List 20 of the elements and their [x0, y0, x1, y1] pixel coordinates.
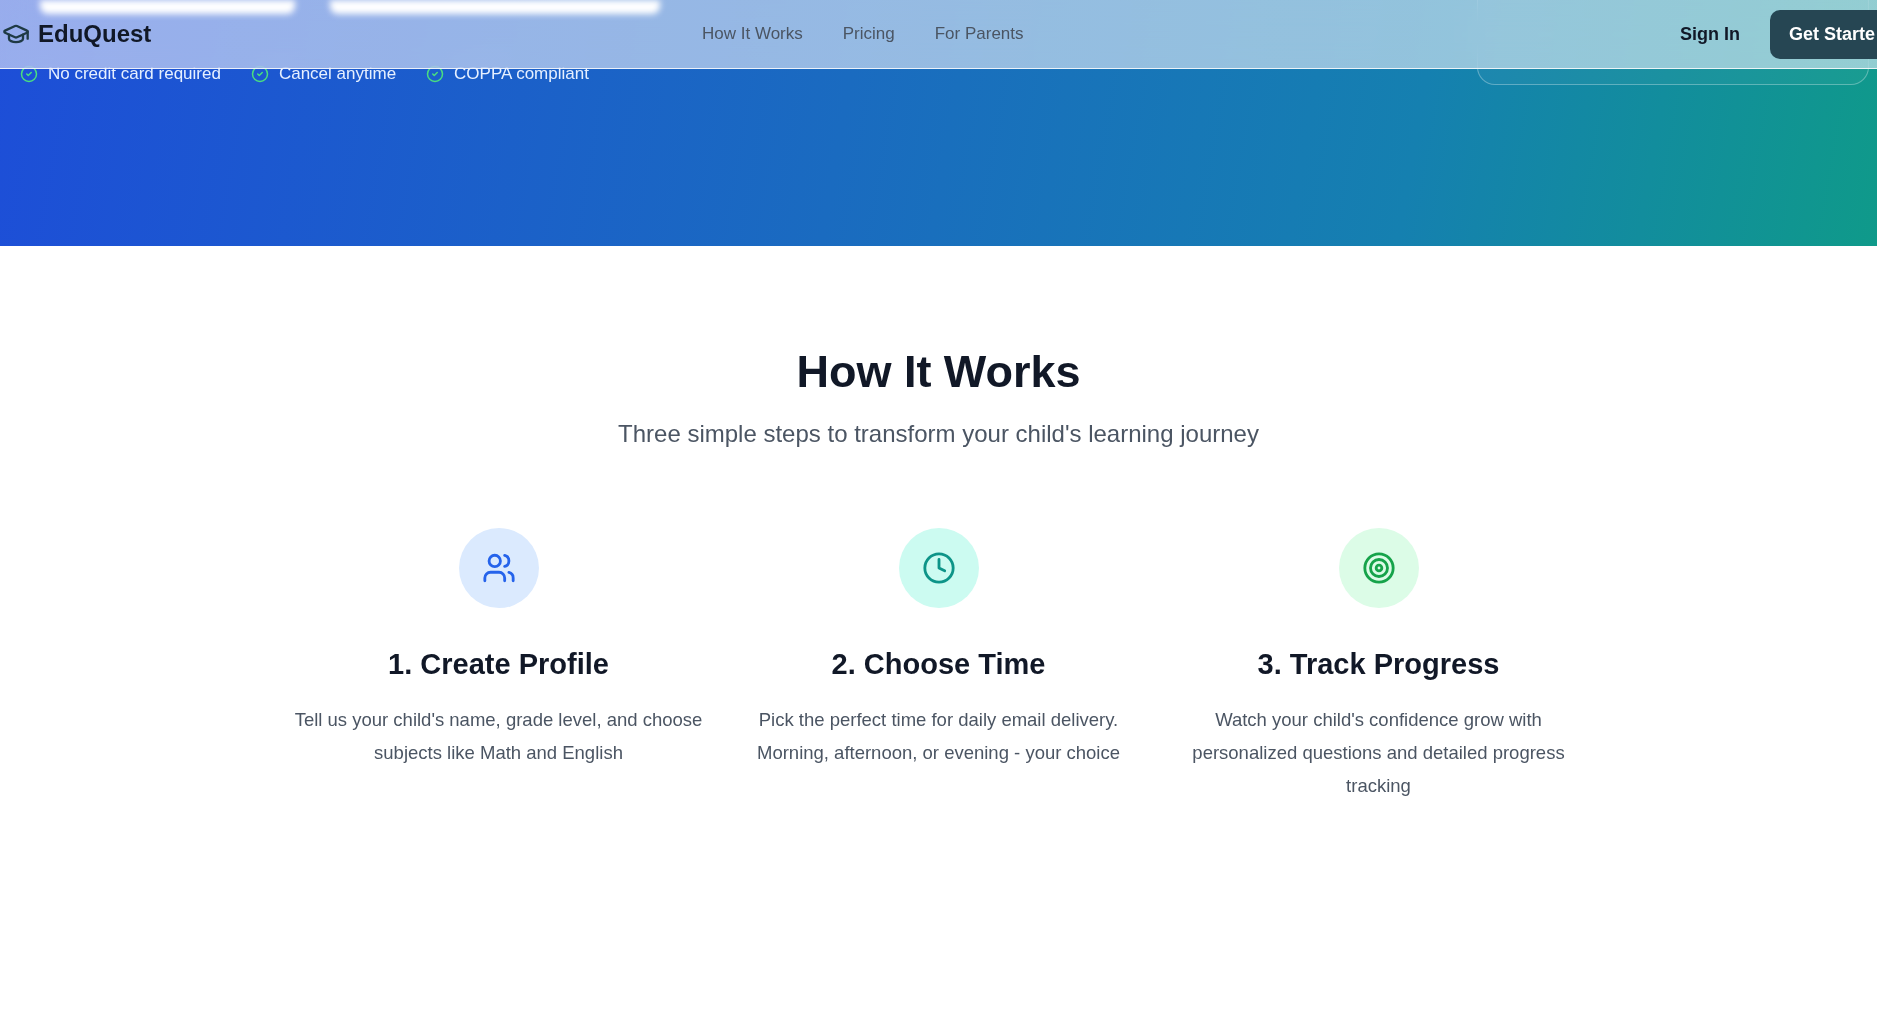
nav-link[interactable]: Pricing: [842, 24, 895, 44]
step-title: 3. Track Progress: [1257, 648, 1500, 681]
people-icon: [481, 551, 516, 585]
sign-in-link[interactable]: Sign In: [1679, 23, 1740, 45]
step-title: 2. Choose Time: [831, 648, 1046, 681]
section-subtitle: Three simple steps to transform your child's learning journey: [618, 420, 1259, 448]
nav-link[interactable]: For Parents: [934, 24, 1024, 44]
section-title: How It Works: [796, 346, 1081, 398]
target-icon: [1361, 551, 1396, 585]
logo-text: EduQuest: [38, 20, 152, 48]
step-description: Pick the perfect time for daily email delivery. Morning, afternoon, or evening - your choice: [756, 708, 1121, 765]
step-description: Tell us your child's name, grade level, and choose subjects like Math and English: [293, 708, 704, 765]
step-title: 1. Create Profile: [388, 648, 609, 681]
feature-text: COPPA compliant: [454, 64, 589, 84]
get-started-button[interactable]: Get Starte: [1769, 9, 1877, 59]
step-description: Watch your child's confidence grow with personalized questions and detailed progress tracking: [1191, 708, 1566, 798]
clock-icon: [921, 551, 956, 585]
feature-text: Cancel anytime: [278, 64, 397, 84]
nav-link[interactable]: How It Works: [702, 24, 803, 44]
feature-text: No credit card required: [48, 64, 221, 84]
